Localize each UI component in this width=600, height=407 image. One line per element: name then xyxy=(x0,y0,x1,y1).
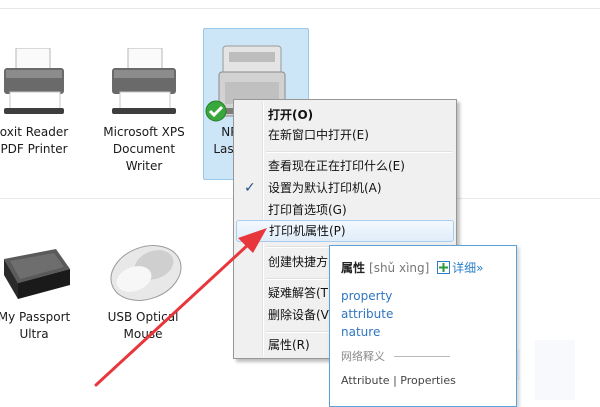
dictionary-word: 属性 xyxy=(341,261,366,275)
definition-item[interactable]: nature xyxy=(341,323,393,341)
dictionary-popup: 属性 [shǔ xìng] 详细» property attribute natu… xyxy=(329,245,517,407)
definition-item[interactable]: attribute xyxy=(341,305,393,323)
add-to-wordbook-icon[interactable] xyxy=(437,261,451,274)
net-definition-heading: 网络释义 xyxy=(341,350,385,363)
dictionary-pinyin: [shǔ xìng] xyxy=(369,261,430,275)
net-definition-divider xyxy=(394,356,450,357)
details-link[interactable]: 详细» xyxy=(452,261,483,275)
net-definition-text: Attribute | Properties xyxy=(341,374,456,387)
definition-item[interactable]: property xyxy=(341,287,393,305)
definition-list: property attribute nature xyxy=(341,287,393,341)
